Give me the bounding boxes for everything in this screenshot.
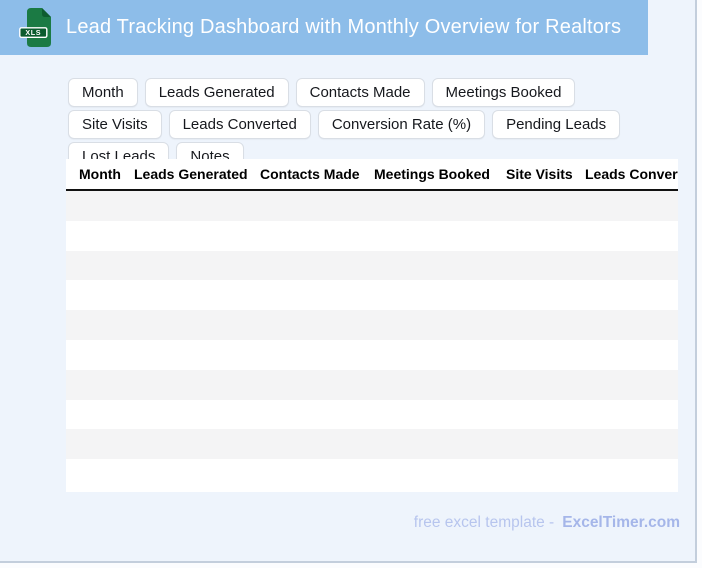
table-row <box>66 220 678 251</box>
table-body <box>66 191 678 489</box>
table-row <box>66 399 678 430</box>
table-row <box>66 339 678 370</box>
column-header-leads-generated: Leads Generated <box>134 166 248 182</box>
field-tag-list: Month Leads Generated Contacts Made Meet… <box>68 78 668 171</box>
table-row <box>66 250 678 281</box>
footer-caption: free excel template - <box>413 514 555 531</box>
tag-pending-leads[interactable]: Pending Leads <box>492 110 621 139</box>
table-row <box>66 280 678 311</box>
xls-icon-label: XLS <box>25 28 41 37</box>
table-row <box>66 310 678 340</box>
table-row <box>66 429 678 460</box>
tag-meetings-booked[interactable]: Meetings Booked <box>431 78 576 107</box>
tag-leads-generated[interactable]: Leads Generated <box>144 78 289 107</box>
tag-month[interactable]: Month <box>68 78 138 107</box>
column-header-site-visits: Site Visits <box>506 166 573 182</box>
page-title: Lead Tracking Dashboard with Monthly Ove… <box>66 16 622 38</box>
preview-table: Month Leads Generated Contacts Made Meet… <box>66 159 678 492</box>
table-row <box>66 459 678 489</box>
tag-site-visits[interactable]: Site Visits <box>68 110 162 139</box>
tag-conversion-rate[interactable]: Conversion Rate (%) <box>317 110 486 139</box>
footer-credit: free excel template - ExcelTimer.com <box>414 514 680 532</box>
xls-file-icon: XLS <box>19 8 51 47</box>
column-header-contacts-made: Contacts Made <box>260 166 360 182</box>
table-header-row: Month Leads Generated Contacts Made Meet… <box>66 159 678 191</box>
tag-leads-converted[interactable]: Leads Converted <box>168 110 311 139</box>
column-header-meetings-booked: Meetings Booked <box>374 166 490 182</box>
brand-link[interactable]: ExcelTimer.com <box>562 514 680 532</box>
table-row <box>66 369 678 400</box>
app-header: XLS Lead Tracking Dashboard with Monthly… <box>0 0 648 55</box>
column-header-month: Month <box>79 166 121 182</box>
column-header-leads-converted: Leads Converted <box>585 166 678 182</box>
template-preview-card: XLS Lead Tracking Dashboard with Monthly… <box>0 0 697 563</box>
table-row <box>66 191 678 221</box>
tag-contacts-made[interactable]: Contacts Made <box>295 78 425 107</box>
